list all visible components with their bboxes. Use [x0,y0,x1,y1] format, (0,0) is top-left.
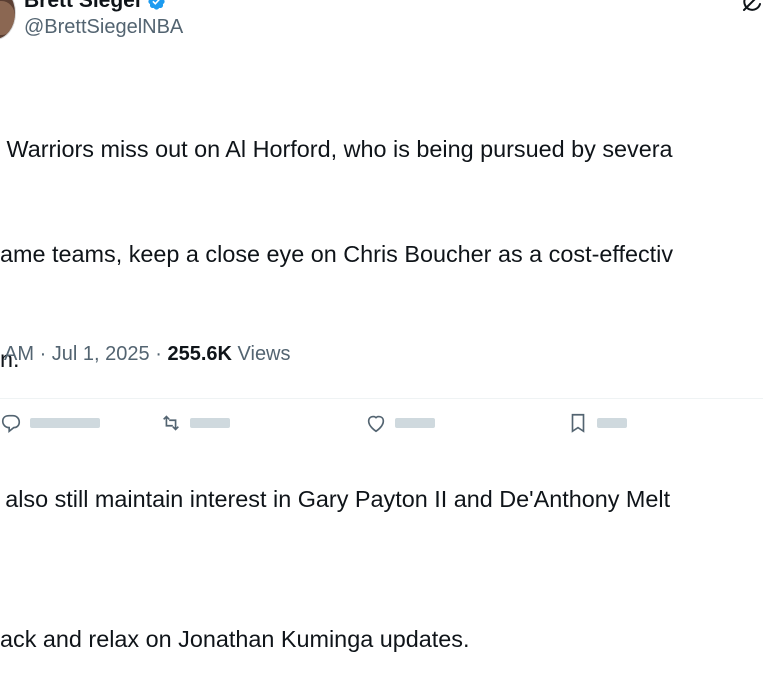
author-display-name[interactable]: Brett Siegel [24,0,141,13]
author-name-row: Brett Siegel [24,0,166,13]
meta-separator: · [39,343,47,365]
divider [0,398,763,399]
verified-badge-icon [148,0,165,10]
views-label: Views [237,343,291,365]
like-button[interactable] [365,412,435,434]
reply-button[interactable] [0,412,100,434]
avatar[interactable] [0,0,16,40]
author-handle[interactable]: @BrettSiegelNBA [24,16,183,39]
bookmark-button[interactable] [567,412,627,434]
retweet-icon [163,415,179,431]
meta-separator: · [155,343,162,365]
bookmark-icon [571,413,585,433]
tweet-date[interactable]: Jul 1, 2025 [52,343,150,365]
retweet-button[interactable] [160,412,230,434]
tweet-line: e Warriors miss out on Al Horford, who i… [0,136,673,162]
like-icon [367,415,385,433]
tweet-time[interactable]: AM [4,343,34,365]
tweet-text: e Warriors miss out on Al Horford, who i… [0,62,763,692]
tweet-meta: AM · Jul 1, 2025 · 255.6K Views [4,343,291,366]
grok-icon[interactable] [738,0,763,12]
tweet-line: back and relax on Jonathan Kuminga updat… [0,626,470,652]
tweet-line: name teams, keep a close eye on Chris Bo… [0,241,674,267]
views-count: 255.6K [167,343,232,365]
action-bar [0,412,763,434]
tweet-line: s also still maintain interest in Gary P… [0,486,671,512]
reply-icon [1,414,21,433]
